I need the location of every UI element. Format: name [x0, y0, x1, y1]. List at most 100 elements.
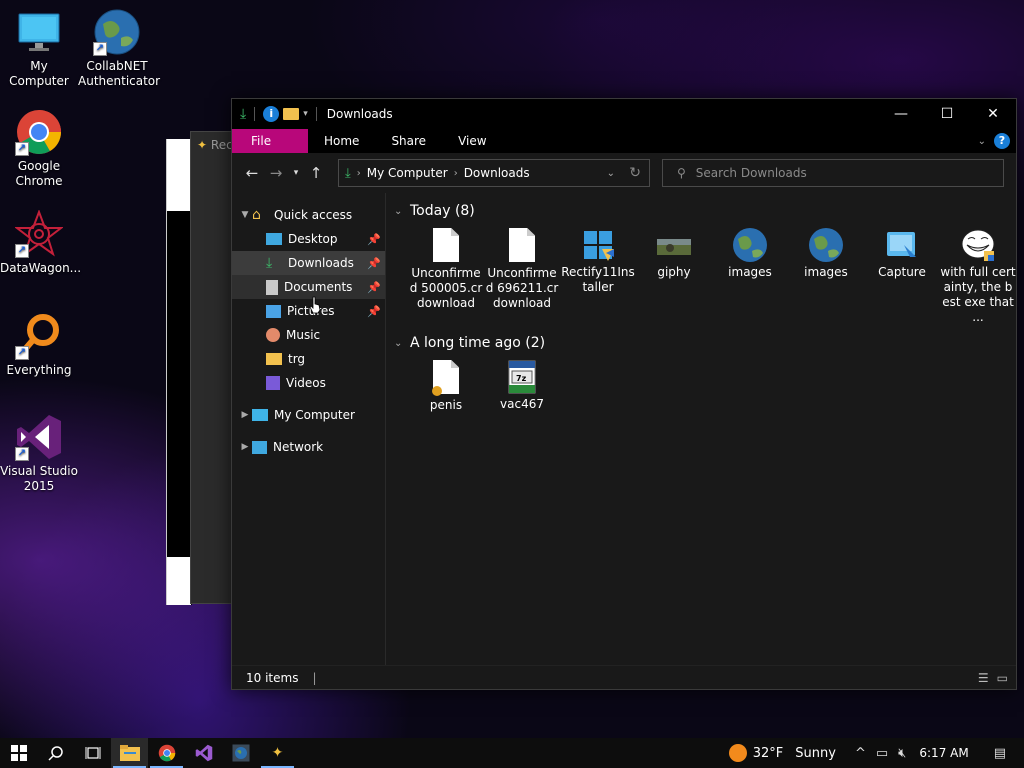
network-icon[interactable]: ▭	[876, 746, 888, 761]
file-explorer-window[interactable]: ⤓ i ▾ Downloads — ☐ ✕ File Home Share Vi…	[231, 98, 1017, 690]
collapse-chevron-icon[interactable]: ⌄	[394, 338, 410, 349]
large-icons-view-icon[interactable]: ▭	[997, 671, 1008, 685]
up-arrow-icon[interactable]: ↑	[304, 164, 328, 182]
item-count: 10 items	[246, 670, 299, 685]
search-input[interactable]	[695, 166, 986, 180]
desktop-icon-datawagon[interactable]: ↗ DataWagon...	[0, 209, 81, 276]
expand-chevron-right-icon[interactable]: ▶	[238, 442, 252, 452]
globe-icon	[732, 227, 768, 263]
globe-icon	[232, 744, 249, 762]
installer-icon	[580, 227, 616, 263]
weather-widget[interactable]: 32°F Sunny	[728, 744, 836, 762]
sparkle-icon: ✦	[197, 138, 208, 152]
pin-icon[interactable]: 📌	[367, 281, 381, 294]
properties-icon[interactable]: i	[263, 106, 280, 122]
back-arrow-icon[interactable]: ←	[240, 164, 264, 182]
sun-icon	[728, 744, 747, 762]
breadcrumb-downloads[interactable]: Downloads	[464, 166, 530, 180]
file-list[interactable]: ⌄ Today (8) Unconfirmed 500005.crdownloa…	[386, 193, 1016, 665]
quick-access-toolbar: ⤓ i ▾	[232, 106, 321, 122]
volume-muted-icon[interactable]: 🔇︎	[898, 746, 906, 761]
details-view-icon[interactable]: ☰	[978, 671, 989, 685]
desktop-icon-collabnet[interactable]: ↗ CollabNET Authenticator	[78, 8, 160, 89]
tab-share[interactable]: Share	[375, 129, 442, 153]
pictures-icon	[266, 304, 281, 318]
visual-studio-icon: ↗	[15, 413, 63, 461]
customize-chevron-icon[interactable]: ▾	[303, 109, 308, 119]
start-button[interactable]	[0, 738, 37, 768]
tab-view[interactable]: View	[442, 129, 502, 153]
background-window-panel	[167, 139, 191, 211]
forward-arrow-icon[interactable]: →	[264, 164, 288, 182]
tab-file[interactable]: File	[232, 129, 308, 153]
search-box[interactable]: ⚲	[662, 159, 1004, 187]
globe-icon: ↗	[93, 8, 141, 56]
file-item[interactable]: Unconfirmed 696211.crdownload	[484, 223, 560, 325]
collapse-chevron-icon[interactable]: ⌄	[394, 206, 410, 217]
group-header-long-time-ago[interactable]: ⌄ A long time ago (2)	[394, 331, 1016, 355]
search-icon: ⚲	[677, 166, 686, 180]
taskbar-chrome[interactable]	[148, 738, 185, 768]
background-window-title: Rec	[210, 138, 233, 152]
file-item[interactable]: penis	[408, 355, 484, 413]
navigation-pane: ▼ ⌂ Quick access Desktop 📌 ⤓ Downloads 📌…	[232, 193, 386, 665]
new-folder-icon[interactable]	[283, 108, 300, 120]
recent-locations-chevron-icon[interactable]: ▾	[288, 168, 304, 178]
nav-item-downloads[interactable]: ⤓ Downloads 📌	[232, 251, 385, 275]
system-file-badge-icon	[432, 386, 442, 396]
task-view-button[interactable]	[74, 738, 111, 768]
pin-icon[interactable]: 📌	[367, 233, 381, 246]
nav-item-music[interactable]: Music	[232, 323, 385, 347]
help-button[interactable]: ?	[994, 133, 1010, 149]
chevron-right-icon[interactable]: ›	[454, 168, 458, 179]
title-bar[interactable]: ⤓ i ▾ Downloads — ☐ ✕	[232, 99, 1016, 129]
nav-quick-access[interactable]: ▼ ⌂ Quick access	[232, 203, 385, 227]
expand-ribbon-chevron-icon[interactable]: ⌄	[978, 136, 986, 147]
desktop-icon-everything[interactable]: ↗ Everything	[0, 312, 78, 378]
capture-icon	[884, 227, 920, 263]
file-item[interactable]: giphy	[636, 223, 712, 325]
pin-icon[interactable]: 📌	[367, 257, 381, 270]
expand-chevron-down-icon[interactable]: ▼	[238, 210, 252, 220]
pin-icon[interactable]: 📌	[367, 305, 381, 318]
tab-home[interactable]: Home	[308, 129, 375, 153]
group-header-today[interactable]: ⌄ Today (8)	[394, 199, 1016, 223]
close-button[interactable]: ✕	[970, 99, 1016, 129]
minimize-button[interactable]: —	[878, 99, 924, 129]
nav-item-desktop[interactable]: Desktop 📌	[232, 227, 385, 251]
file-item[interactable]: images	[712, 223, 788, 325]
file-item[interactable]: Capture	[864, 223, 940, 325]
taskbar-sparkle-app[interactable]: ✦	[259, 738, 296, 768]
address-dropdown-chevron-icon[interactable]: ⌄	[607, 168, 615, 179]
show-hidden-icons-chevron-icon[interactable]: ^	[855, 746, 866, 761]
notifications-icon[interactable]: ▤	[994, 746, 1006, 761]
search-button[interactable]	[37, 738, 74, 768]
desktop-icon-google-chrome[interactable]: ↗ Google Chrome	[0, 108, 78, 189]
file-item[interactable]: with full certainty, the best exe that .…	[940, 223, 1016, 325]
file-item[interactable]: images	[788, 223, 864, 325]
background-window-edge[interactable]	[166, 139, 192, 605]
chevron-right-icon[interactable]: ›	[357, 168, 361, 179]
search-icon	[47, 746, 63, 761]
taskbar-file-explorer[interactable]	[111, 738, 148, 768]
file-item[interactable]: Unconfirmed 500005.crdownload	[408, 223, 484, 325]
desktop-icon-my-computer[interactable]: My Computer	[0, 8, 78, 89]
refresh-icon[interactable]: ↻	[629, 165, 641, 181]
expand-chevron-right-icon[interactable]: ▶	[238, 410, 252, 420]
address-bar[interactable]: ⤓ › My Computer › Downloads ⌄ ↻	[338, 159, 650, 187]
file-item[interactable]: 7z vac467	[484, 355, 560, 413]
desktop-icon-visual-studio[interactable]: ↗ Visual Studio 2015	[0, 413, 78, 494]
taskbar-collabnet[interactable]	[222, 738, 259, 768]
file-item[interactable]: Rectify11Installer	[560, 223, 636, 325]
nav-item-trg[interactable]: trg	[232, 347, 385, 371]
taskbar-visual-studio[interactable]	[185, 738, 222, 768]
nav-item-videos[interactable]: Videos	[232, 371, 385, 395]
maximize-button[interactable]: ☐	[924, 99, 970, 129]
nav-network[interactable]: ▶ Network	[232, 435, 385, 459]
breadcrumb-my-computer[interactable]: My Computer	[367, 166, 448, 180]
nav-my-computer[interactable]: ▶ My Computer	[232, 403, 385, 427]
music-icon	[266, 328, 280, 342]
clock[interactable]: 6:17 AM	[919, 746, 968, 760]
status-bar: 10 items | ☰ ▭	[232, 665, 1016, 689]
document-icon	[428, 360, 464, 396]
